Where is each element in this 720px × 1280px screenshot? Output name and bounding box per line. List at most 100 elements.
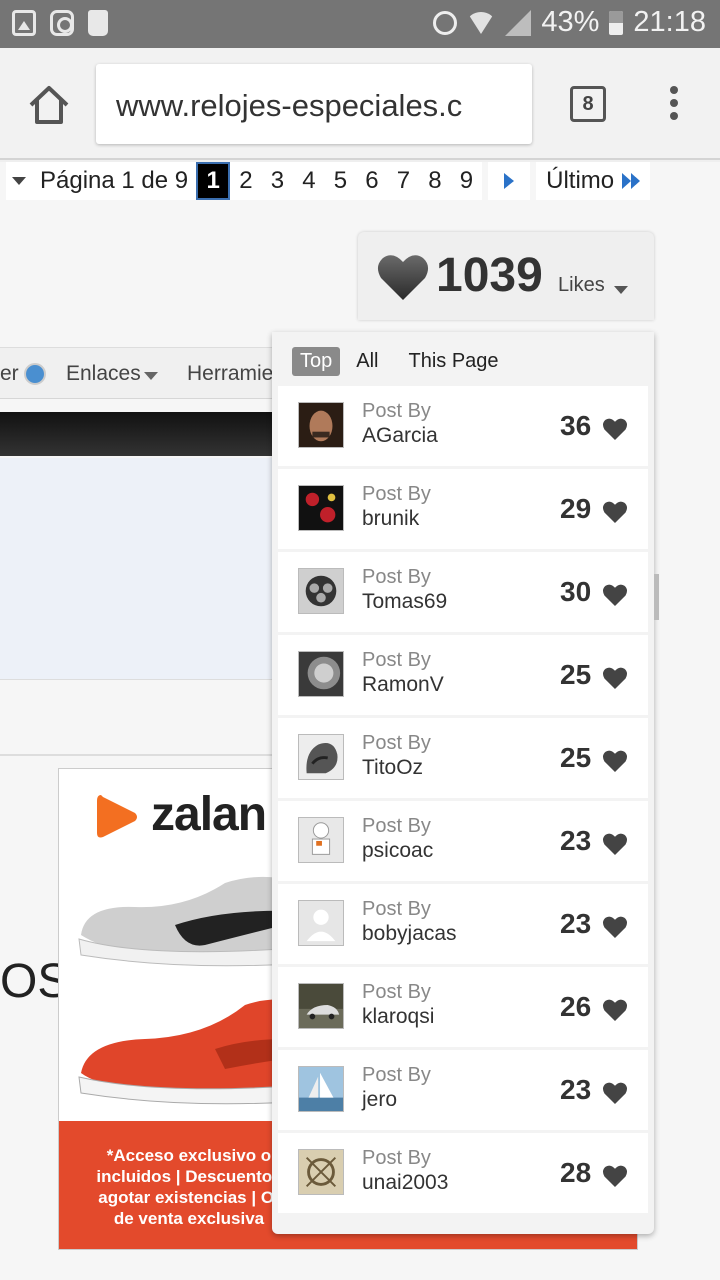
heart-icon	[602, 833, 628, 856]
list-item[interactable]: Post By TitoOz 25	[278, 718, 648, 798]
battery-icon	[609, 10, 624, 35]
last-page-button[interactable]: Último	[536, 162, 651, 200]
like-count: 36	[560, 410, 592, 441]
page-link-1[interactable]: 1	[196, 162, 231, 200]
scrollbar[interactable]	[654, 574, 659, 620]
author-name[interactable]: TitoOz	[362, 756, 423, 780]
avatar	[298, 651, 344, 697]
list-item[interactable]: Post By bobyjacas 23	[278, 884, 648, 964]
system-icons: 43% 21:18	[433, 6, 706, 39]
list-item[interactable]: Post By jero 23	[278, 1050, 648, 1130]
like-count: 23	[560, 825, 592, 856]
header-bar	[0, 412, 300, 456]
avatar	[298, 817, 344, 863]
heart-icon	[602, 667, 628, 690]
avatar	[298, 734, 344, 780]
avatar	[298, 402, 344, 448]
chevron-down-icon	[614, 286, 628, 294]
wifi-icon	[467, 11, 496, 34]
like-count: 25	[560, 742, 592, 773]
heart-icon	[602, 750, 628, 773]
url-text: www.relojes-especiales.c	[116, 88, 463, 123]
nav-item-enlaces[interactable]: Enlaces	[66, 362, 141, 386]
ad-brand-name: zalan	[151, 788, 267, 841]
site-nav: er Enlaces Herramie	[0, 347, 300, 399]
tab-switcher-button[interactable]: 8	[570, 86, 606, 122]
nav-item-herramientas[interactable]: Herramie	[187, 362, 273, 386]
author-name[interactable]: brunik	[362, 507, 419, 531]
author-name[interactable]: Tomas69	[362, 590, 447, 614]
like-count: 30	[560, 576, 592, 607]
instagram-icon	[50, 10, 74, 36]
recorder-icon	[88, 10, 108, 36]
heart-icon	[602, 999, 628, 1022]
next-page-button[interactable]	[488, 162, 531, 200]
brand-logo-icon	[97, 795, 137, 838]
notification-icons	[12, 10, 108, 36]
alarm-icon	[433, 10, 458, 35]
pagination: Página 1 de 9 1 2 3 4 5 6 7 8 9 Último	[6, 162, 651, 200]
tab-top[interactable]: Top	[292, 346, 341, 376]
list-item[interactable]: Post By AGarcia 36	[278, 386, 648, 466]
dropdown-circle-icon[interactable]	[24, 363, 46, 385]
avatar	[298, 568, 344, 614]
heart-icon	[602, 501, 628, 524]
page-link-9[interactable]: 9	[450, 162, 483, 200]
author-name[interactable]: psicoac	[362, 839, 433, 863]
like-count: 28	[560, 1157, 592, 1188]
like-count: 26	[560, 991, 592, 1022]
chevron-down-icon	[12, 177, 26, 185]
avatar	[298, 1149, 344, 1195]
likes-tabs: Top All This Page	[292, 346, 521, 376]
author-name[interactable]: unai2003	[362, 1171, 448, 1195]
list-item[interactable]: Post By brunik 29	[278, 469, 648, 549]
web-page: Página 1 de 9 1 2 3 4 5 6 7 8 9 Último e…	[0, 162, 720, 1280]
chevron-down-icon	[144, 372, 158, 380]
battery-percent: 43%	[541, 6, 600, 38]
heart-icon	[377, 255, 429, 300]
list-item[interactable]: Post By RamonV 25	[278, 635, 648, 715]
overflow-menu-icon[interactable]	[668, 86, 680, 124]
likes-widget-toggle[interactable]: 1039 Likes	[358, 232, 654, 320]
list-item[interactable]: Post By unai2003 28	[278, 1133, 648, 1213]
likes-total: 1039	[436, 249, 543, 302]
list-item[interactable]: Post By Tomas69 30	[278, 552, 648, 632]
like-count: 23	[560, 1074, 592, 1105]
clock: 21:18	[633, 6, 706, 38]
page-link-8[interactable]: 8	[419, 162, 451, 200]
page-link-3[interactable]: 3	[261, 162, 294, 200]
author-name[interactable]: RamonV	[362, 673, 444, 697]
likes-label: Likes	[558, 274, 605, 296]
status-bar: 43% 21:18	[0, 0, 720, 48]
tab-all[interactable]: All	[348, 347, 386, 376]
avatar	[298, 900, 344, 946]
heart-icon	[602, 1165, 628, 1188]
author-name[interactable]: bobyjacas	[362, 922, 457, 946]
nav-item-partial[interactable]: er	[0, 362, 19, 386]
page-label[interactable]: Página 1 de 9	[6, 162, 197, 200]
author-name[interactable]: jero	[362, 1088, 397, 1112]
home-icon[interactable]	[26, 82, 72, 128]
address-bar[interactable]: www.relojes-especiales.c	[96, 64, 532, 144]
page-link-4[interactable]: 4	[293, 162, 325, 200]
list-item[interactable]: Post By klaroqsi 26	[278, 967, 648, 1047]
likes-dropdown: Top All This Page Post By AGarcia 36 Pos…	[272, 332, 654, 1234]
author-name[interactable]: klaroqsi	[362, 1005, 434, 1029]
page-link-2[interactable]: 2	[230, 162, 262, 200]
signal-icon	[505, 9, 532, 36]
page-link-5[interactable]: 5	[324, 162, 357, 200]
heart-icon	[602, 418, 628, 441]
avatar	[298, 485, 344, 531]
page-link-6[interactable]: 6	[356, 162, 388, 200]
author-name[interactable]: AGarcia	[362, 424, 438, 448]
avatar	[298, 1066, 344, 1112]
heart-icon	[602, 1082, 628, 1105]
tab-this-page[interactable]: This Page	[400, 347, 506, 376]
image-icon	[12, 10, 36, 36]
list-item[interactable]: Post By psicoac 23	[278, 801, 648, 881]
avatar	[298, 983, 344, 1029]
page-link-7[interactable]: 7	[387, 162, 420, 200]
double-arrow-right-icon	[622, 173, 641, 189]
arrow-right-icon	[504, 173, 515, 189]
like-count: 29	[560, 493, 592, 524]
